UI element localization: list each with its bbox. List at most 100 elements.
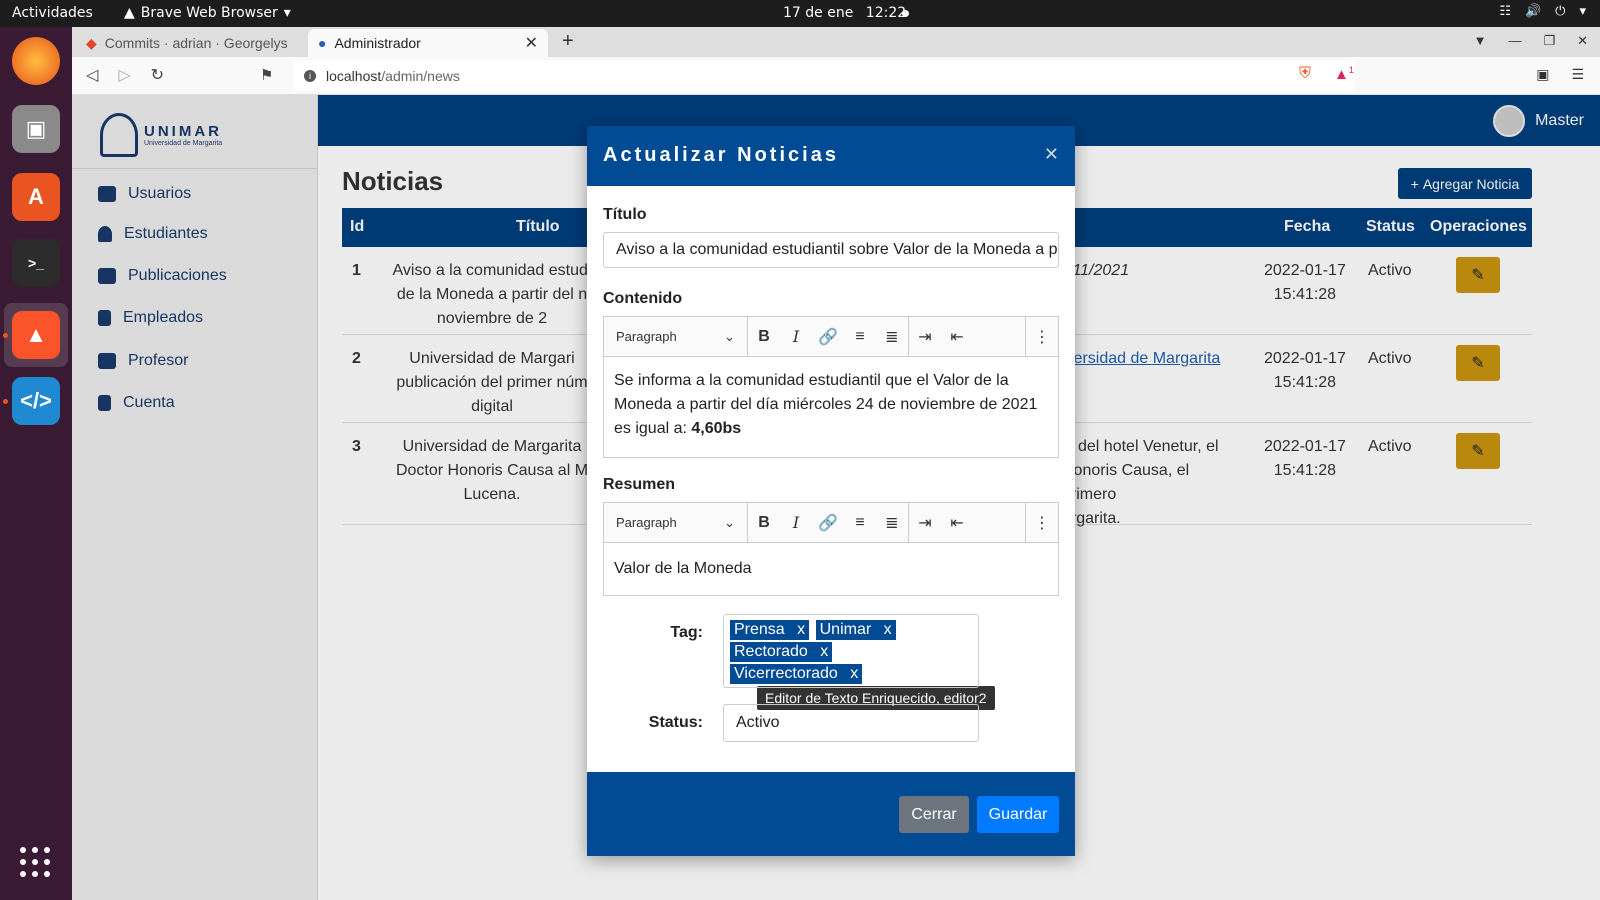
bold-icon[interactable]: B [748, 328, 780, 346]
titulo-input[interactable]: Aviso a la comunidad estudiantil sobre V… [603, 232, 1059, 268]
tab-administrador[interactable]: ● Administrador ✕ [308, 29, 548, 57]
contenido-label: Contenido [603, 290, 683, 307]
remove-tag-icon[interactable]: x [884, 621, 892, 638]
back-icon[interactable]: ◁ [86, 65, 98, 85]
minimize-icon[interactable]: — [1508, 33, 1521, 49]
firefox-icon[interactable] [12, 37, 60, 85]
bold-icon[interactable]: B [748, 514, 780, 532]
more-options-icon[interactable]: ⋮ [1026, 327, 1058, 347]
titulo-label: Título [603, 206, 647, 223]
more-options-icon[interactable]: ⋮ [1026, 513, 1058, 533]
close-icon[interactable]: ✕ [1044, 144, 1059, 165]
contenido-bold-text: 4,60bs [691, 420, 742, 437]
maximize-icon[interactable]: ❐ [1543, 33, 1555, 49]
date-text: 17 de ene [783, 5, 854, 21]
reload-icon[interactable]: ↻ [151, 65, 164, 85]
close-tab-icon[interactable]: ✕ [525, 33, 538, 53]
resumen-body[interactable]: Valor de la Moneda [604, 543, 1058, 593]
contenido-body[interactable]: Se informa a la comunidad estudiantil qu… [604, 357, 1058, 453]
status-input[interactable]: Activo [723, 704, 979, 742]
heading-dropdown[interactable]: Paragraph ⌄ [604, 502, 748, 543]
bulleted-list-icon[interactable]: ≡ [844, 514, 876, 532]
toolbar-right: ▣ ☰ [1536, 66, 1584, 83]
save-button[interactable]: Guardar [977, 796, 1059, 833]
outdent-icon[interactable]: ⇤ [941, 513, 973, 533]
chevron-down-icon: ⌄ [724, 514, 735, 530]
modal-title: Actualizar Noticias [603, 144, 839, 166]
remove-tag-icon[interactable]: x [850, 665, 858, 682]
update-news-modal: Actualizar Noticias ✕ Título Aviso a la … [587, 126, 1075, 856]
editor-toolbar: Paragraph ⌄ B I 🔗 ≡ ≣ ⇥ ⇤ ⋮ [604, 502, 1058, 543]
wallet-icon[interactable]: ▣ [1536, 66, 1549, 83]
bookmark-icon[interactable]: ⚑ [260, 66, 273, 84]
tag-text: Unimar [819, 621, 872, 638]
system-top-bar: Actividades ▲ Brave Web Browser ▾ 17 de … [0, 0, 1600, 27]
menu-icon[interactable]: ☰ [1571, 66, 1584, 83]
vscode-icon[interactable]: </> [12, 377, 60, 425]
chevron-down-icon: ⌄ [724, 328, 735, 344]
globe-icon: ● [318, 35, 327, 51]
link-icon[interactable]: 🔗 [812, 513, 844, 533]
close-button[interactable]: Cerrar [899, 796, 969, 833]
bulleted-list-icon[interactable]: ≡ [844, 328, 876, 346]
address-bar[interactable]: i localhost/admin/news [294, 61, 1354, 91]
tag-label: Tag: [670, 624, 703, 641]
numbered-list-icon[interactable]: ≣ [876, 513, 908, 533]
modal-header: Actualizar Noticias ✕ [587, 126, 1075, 186]
site-info-icon[interactable]: i [304, 70, 316, 82]
terminal-icon[interactable]: >_ [12, 239, 60, 287]
clock[interactable]: 17 de ene 12:22 [783, 5, 906, 21]
brave-icon: ▲ [124, 5, 135, 21]
heading-value: Paragraph [616, 329, 677, 344]
files-icon[interactable]: ▣ [12, 105, 60, 153]
system-tray[interactable]: ☷ 🔊 ⏻ ▾ [1499, 4, 1586, 19]
gitlab-icon: ◆ [86, 34, 97, 51]
tab-commits[interactable]: ◆ Commits · adrian · Georgelys [76, 29, 306, 57]
app-name: Brave Web Browser [140, 5, 278, 21]
tag-chip: Rectorado x [730, 642, 833, 662]
window-controls: ▼ — ❐ ✕ [1474, 33, 1588, 49]
app-menu[interactable]: ▲ Brave Web Browser ▾ [124, 5, 291, 21]
notification-dot [902, 10, 909, 17]
indent-icon[interactable]: ⇥ [909, 327, 941, 347]
tag-chip: Prensa x [730, 620, 810, 640]
brave-shields-icon[interactable]: ⛨ [1299, 65, 1311, 83]
italic-icon[interactable]: I [780, 513, 812, 532]
numbered-list-icon[interactable]: ≣ [876, 327, 908, 347]
resumen-label: Resumen [603, 476, 676, 493]
tag-text: Rectorado [734, 643, 808, 660]
running-indicator [3, 333, 8, 338]
dock: ▣ A >_ ▲ </> [0, 27, 72, 900]
tag-input[interactable]: Prensa x Unimar x Rectorado x Vicerrecto… [723, 614, 979, 688]
url-text: localhost/admin/news [326, 68, 460, 84]
network-icon: ☷ [1499, 4, 1511, 19]
resumen-editor: Paragraph ⌄ B I 🔗 ≡ ≣ ⇥ ⇤ ⋮ Valor de la … [603, 502, 1059, 596]
new-tab-button[interactable]: + [562, 30, 574, 53]
tab-strip: ◆ Commits · adrian · Georgelys ● Adminis… [72, 27, 1600, 57]
forward-icon[interactable]: ▷ [118, 65, 130, 85]
italic-icon[interactable]: I [780, 327, 812, 346]
remove-tag-icon[interactable]: x [820, 643, 828, 660]
heading-dropdown[interactable]: Paragraph ⌄ [604, 316, 748, 357]
editor-toolbar: Paragraph ⌄ B I 🔗 ≡ ≣ ⇥ ⇤ ⋮ [604, 316, 1058, 357]
tab-search-icon[interactable]: ▼ [1474, 33, 1487, 49]
brave-icon[interactable]: ▲ [12, 311, 60, 359]
tag-chip: Unimar x [815, 620, 896, 640]
show-apps-icon[interactable] [20, 847, 52, 879]
status-label: Status: [648, 714, 703, 731]
chevron-down-icon: ▾ [283, 5, 291, 21]
chevron-down-icon: ▾ [1579, 4, 1586, 19]
outdent-icon[interactable]: ⇤ [941, 327, 973, 347]
software-center-icon[interactable]: A [12, 173, 60, 221]
power-icon: ⏻ [1555, 4, 1566, 19]
volume-icon: 🔊 [1524, 4, 1542, 19]
nav-buttons: ◁ ▷ ↻ [86, 65, 164, 85]
close-window-icon[interactable]: ✕ [1577, 33, 1588, 49]
indent-icon[interactable]: ⇥ [909, 513, 941, 533]
brave-rewards-icon[interactable]: ▲1 [1334, 65, 1354, 83]
activities-button[interactable]: Actividades [12, 5, 93, 21]
heading-value: Paragraph [616, 515, 677, 530]
browser-toolbar: ◁ ▷ ↻ ⚑ i localhost/admin/news ⛨ ▲1 ▣ ☰ [72, 57, 1600, 95]
link-icon[interactable]: 🔗 [812, 327, 844, 347]
remove-tag-icon[interactable]: x [797, 621, 805, 638]
